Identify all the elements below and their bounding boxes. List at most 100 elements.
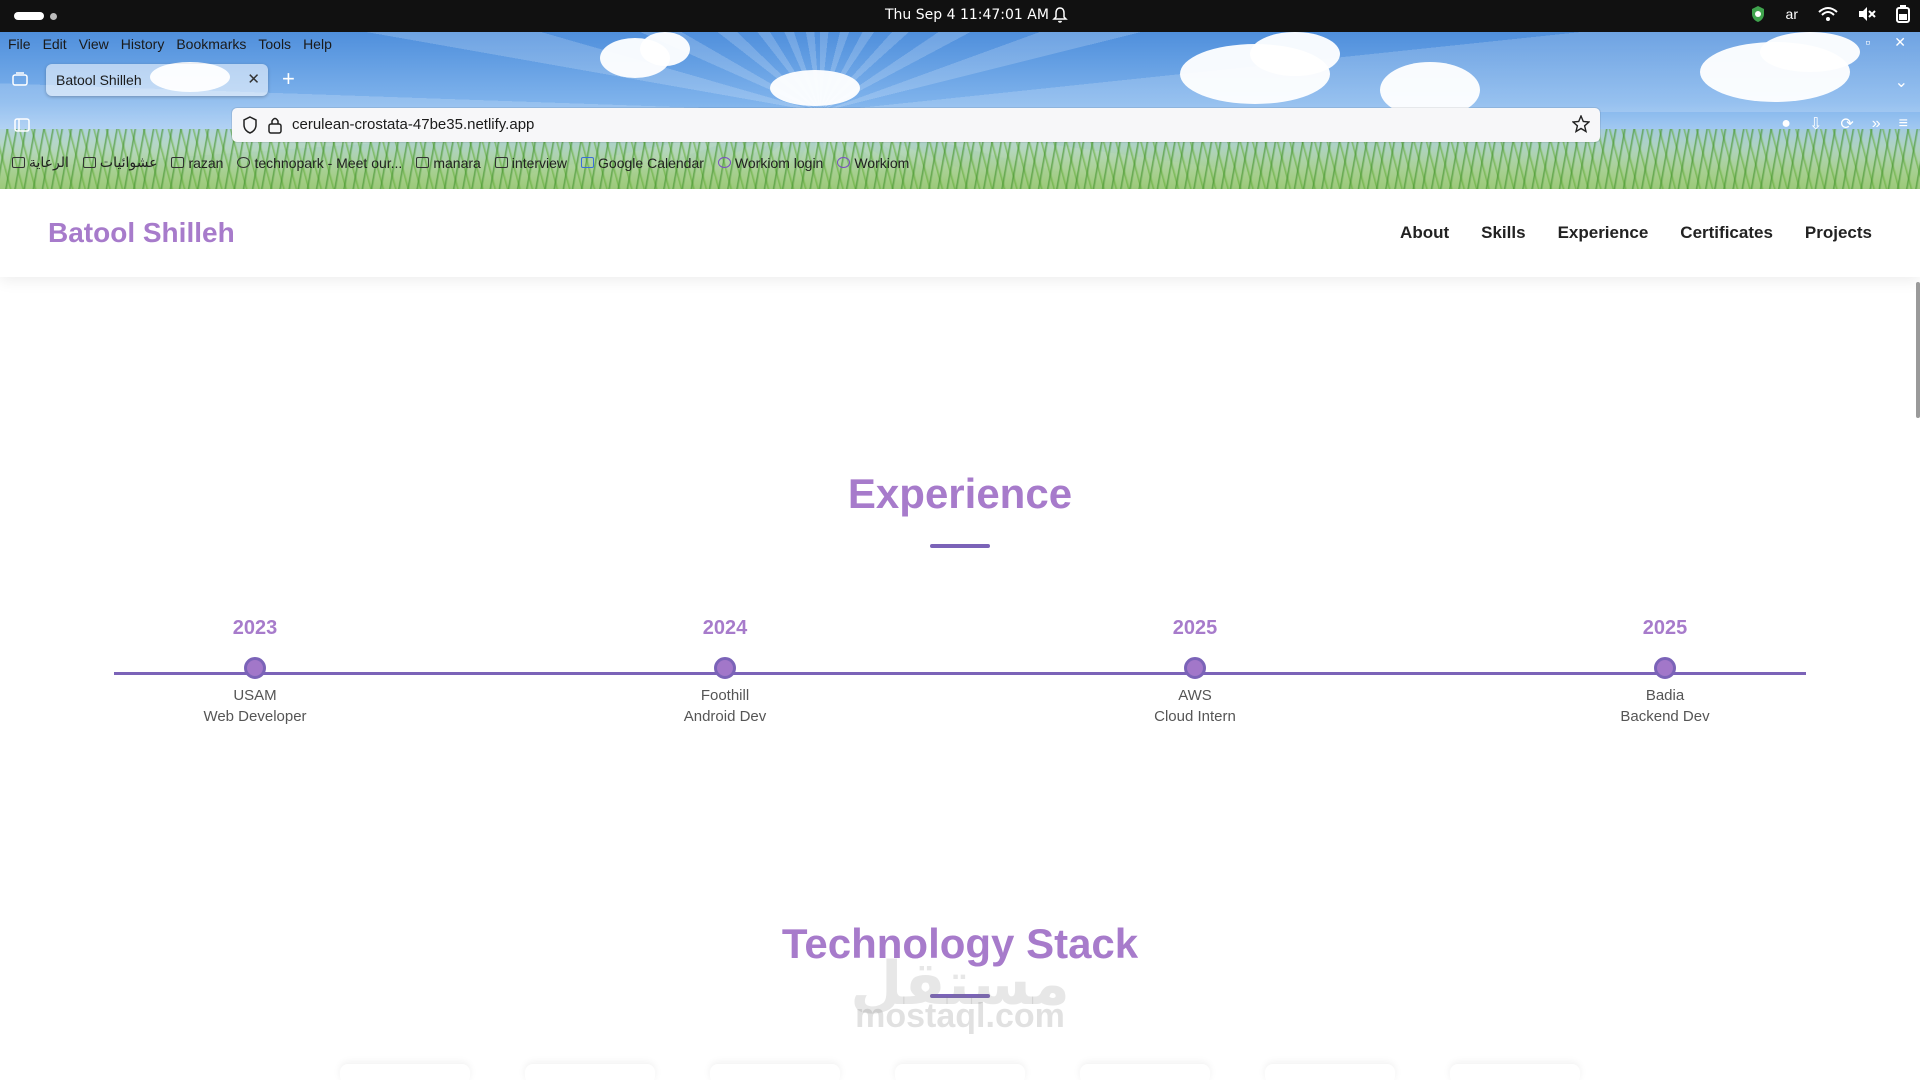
timeline-line bbox=[114, 672, 1806, 675]
tech-card[interactable] bbox=[1265, 1064, 1395, 1080]
timeline-role: Web Developer bbox=[203, 708, 307, 725]
sync-icon[interactable]: ⟳ bbox=[1840, 114, 1853, 134]
downloads-icon[interactable]: ⇩ bbox=[1809, 114, 1822, 134]
tracking-protection-shield-icon[interactable] bbox=[242, 116, 258, 134]
page-scrollbar[interactable] bbox=[1916, 282, 1920, 418]
timeline-org: AWS bbox=[1178, 687, 1212, 704]
bookmark-label: الرعاية bbox=[29, 154, 69, 170]
watermark-latin: mostaql.com bbox=[855, 997, 1065, 1035]
timeline-dot[interactable] bbox=[714, 657, 736, 679]
bookmark-folder[interactable]: interview bbox=[494, 154, 567, 171]
input-language[interactable]: ar bbox=[1786, 6, 1798, 22]
tab-active[interactable]: Batool Shilleh ✕ bbox=[46, 64, 268, 96]
extension-icon[interactable]: ● bbox=[1781, 115, 1791, 133]
nav-experience[interactable]: Experience bbox=[1558, 223, 1649, 243]
bookmark-folder[interactable]: manara bbox=[416, 154, 481, 171]
timeline-year: 2025 bbox=[1642, 617, 1688, 639]
site-header: Batool Shilleh About Skills Experience C… bbox=[0, 189, 1920, 277]
experience-title: Experience bbox=[847, 470, 1073, 517]
web-page: Batool Shilleh About Skills Experience C… bbox=[0, 189, 1920, 1080]
bookmark-link[interactable]: Workiom bbox=[837, 154, 909, 171]
sidebar-toggle-icon[interactable] bbox=[14, 118, 30, 132]
os-top-bar: Thu Sep 4 11:47:01 AM ar bbox=[0, 0, 1920, 32]
workspace-dot bbox=[50, 12, 57, 20]
more-tools-chevron-icon[interactable]: » bbox=[1872, 115, 1881, 133]
menu-file[interactable]: File bbox=[8, 36, 31, 52]
bookmark-label: عشوائيات bbox=[99, 154, 158, 170]
menu-tools[interactable]: Tools bbox=[258, 36, 291, 52]
timeline-role: Backend Dev bbox=[1620, 708, 1710, 725]
theme-cloud bbox=[770, 70, 860, 106]
bookmark-label: Workiom bbox=[854, 154, 910, 171]
experience-title-underline bbox=[930, 544, 990, 548]
toolbar-extensions: ● ⇩ ⟳ » ≡ bbox=[1781, 114, 1908, 134]
lock-icon[interactable] bbox=[268, 116, 282, 134]
bookmark-folder[interactable]: الرعاية bbox=[12, 154, 69, 171]
timeline-year: 2025 bbox=[1172, 617, 1218, 639]
menu-help[interactable]: Help bbox=[303, 36, 332, 52]
close-window-icon[interactable]: ✕ bbox=[1894, 34, 1906, 51]
tab-overview-icon[interactable] bbox=[12, 72, 28, 86]
hamburger-menu-icon[interactable]: ≡ bbox=[1899, 115, 1908, 133]
url-text[interactable]: cerulean-crostata-47be35.netlify.app bbox=[292, 116, 534, 133]
timeline-role: Cloud Intern bbox=[1154, 708, 1236, 725]
tab-close-icon[interactable]: ✕ bbox=[247, 70, 260, 88]
url-bar[interactable]: cerulean-crostata-47be35.netlify.app bbox=[232, 108, 1600, 142]
tech-card[interactable] bbox=[525, 1064, 655, 1080]
timeline-dot[interactable] bbox=[244, 657, 266, 679]
tech-card[interactable] bbox=[895, 1064, 1025, 1080]
activities-indicator[interactable] bbox=[14, 12, 57, 20]
theme-cloud bbox=[1760, 32, 1860, 72]
menu-edit[interactable]: Edit bbox=[43, 36, 67, 52]
workspace-pill bbox=[14, 12, 44, 20]
bookmark-label: razan bbox=[188, 154, 224, 171]
nav-projects[interactable]: Projects bbox=[1805, 223, 1872, 243]
timeline-dot[interactable] bbox=[1184, 657, 1206, 679]
timeline-dot[interactable] bbox=[1654, 657, 1676, 679]
bookmark-folder[interactable]: razan bbox=[171, 154, 223, 171]
tech-card[interactable] bbox=[340, 1064, 470, 1080]
nav-about[interactable]: About bbox=[1400, 223, 1449, 243]
timeline-role: Android Dev bbox=[683, 708, 767, 725]
site-nav: About Skills Experience Certificates Pro… bbox=[1400, 223, 1872, 243]
menu-bookmarks[interactable]: Bookmarks bbox=[176, 36, 246, 52]
bookmark-link[interactable]: Google Calendar bbox=[581, 154, 704, 171]
bookmark-label: Workiom login bbox=[734, 154, 824, 171]
site-brand[interactable]: Batool Shilleh bbox=[48, 217, 235, 249]
bookmark-label: Google Calendar bbox=[598, 154, 704, 171]
tech-card[interactable] bbox=[1450, 1064, 1580, 1080]
volume-muted-icon[interactable] bbox=[1858, 6, 1876, 22]
nav-certificates[interactable]: Certificates bbox=[1680, 223, 1773, 243]
os-clock[interactable]: Thu Sep 4 11:47:01 AM bbox=[885, 7, 1049, 23]
tech-card[interactable] bbox=[1080, 1064, 1210, 1080]
new-tab-icon[interactable]: + bbox=[282, 66, 295, 92]
bookmark-star-icon[interactable] bbox=[1572, 115, 1590, 133]
folder-icon bbox=[82, 157, 96, 168]
folder-icon bbox=[12, 157, 25, 168]
bookmark-label: technopark - Meet our... bbox=[254, 154, 403, 171]
menu-view[interactable]: View bbox=[79, 36, 109, 52]
bookmark-label: manara bbox=[433, 154, 481, 171]
security-shield-icon[interactable] bbox=[1750, 5, 1766, 23]
bookmark-link[interactable]: Workiom login bbox=[717, 154, 824, 171]
globe-icon bbox=[237, 157, 251, 168]
restore-window-icon[interactable]: ▫ bbox=[1865, 34, 1870, 51]
bookmarks-toolbar: الرعاية عشوائيات razan technopark - Meet… bbox=[12, 154, 909, 171]
nav-skills[interactable]: Skills bbox=[1481, 223, 1525, 243]
window-controls: ▫ ✕ bbox=[1865, 34, 1906, 51]
timeline-year: 2023 bbox=[232, 617, 278, 639]
bookmark-link[interactable]: technopark - Meet our... bbox=[237, 154, 402, 171]
folder-icon bbox=[494, 157, 508, 168]
list-tabs-chevron-icon[interactable]: ⌄ bbox=[1895, 72, 1908, 92]
workiom-icon bbox=[717, 157, 731, 168]
wifi-icon[interactable] bbox=[1818, 6, 1838, 22]
notification-bell-icon[interactable] bbox=[1052, 6, 1068, 24]
timeline-org: USAM bbox=[233, 687, 277, 704]
tech-card[interactable] bbox=[710, 1064, 840, 1080]
bookmark-folder[interactable]: عشوائيات bbox=[82, 154, 158, 171]
system-tray: ar bbox=[1750, 5, 1910, 23]
menu-history[interactable]: History bbox=[121, 36, 165, 52]
battery-icon[interactable] bbox=[1896, 5, 1910, 23]
workiom-icon bbox=[837, 157, 851, 168]
timeline-org: Foothill bbox=[700, 687, 750, 704]
